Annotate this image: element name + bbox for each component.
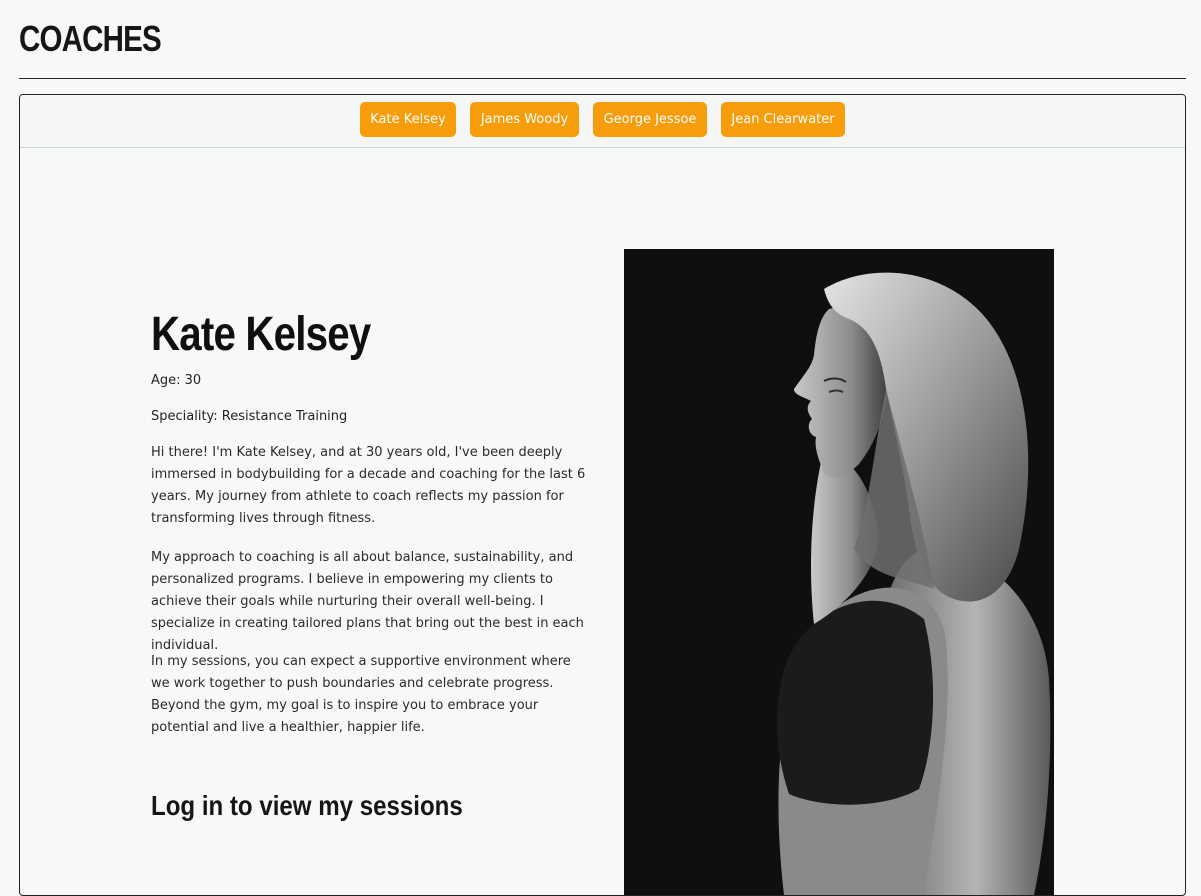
page-title: COACHES [19,18,162,59]
tab-james-woody[interactable]: James Woody [470,102,579,137]
title-divider [19,78,1186,79]
bio-paragraph: In my sessions, you can expect a support… [151,654,571,735]
coach-card: Kate Kelsey James Woody George Jessoe Je… [19,94,1186,896]
coach-photo [624,249,1054,895]
tab-kate-kelsey[interactable]: Kate Kelsey [360,102,456,137]
login-prompt-heading: Log in to view my sessions [151,790,463,821]
tab-jean-clearwater[interactable]: Jean Clearwater [721,102,845,137]
coach-speciality: Speciality: Resistance Training [151,409,348,424]
bio-paragraph: My approach to coaching is all about bal… [151,550,584,653]
tab-george-jessoe[interactable]: George Jessoe [593,102,707,137]
coach-name: Kate Kelsey [151,308,371,361]
coach-age: Age: 30 [151,373,202,388]
coach-portrait-image [624,249,1054,895]
coach-tab-bar: Kate Kelsey James Woody George Jessoe Je… [20,95,1185,148]
bio-paragraph: Hi there! I'm Kate Kelsey, and at 30 yea… [151,445,586,526]
